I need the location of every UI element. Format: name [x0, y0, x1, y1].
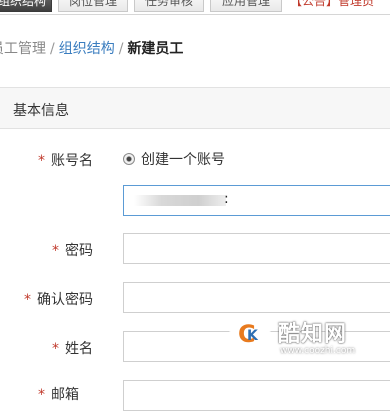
create-account-option-label: 创建一个账号	[141, 152, 225, 168]
email-label-row: * 邮箱	[38, 384, 79, 404]
create-account-option[interactable]: 创建一个账号	[123, 149, 225, 169]
tab-org-structure[interactable]: 组织结构	[0, 0, 52, 12]
watermark-name: 酷知网	[278, 322, 348, 347]
email-input[interactable]	[123, 380, 390, 411]
confirm-password-label-row: * 确认密码	[24, 289, 93, 309]
account-label-row: * 账号名	[38, 150, 93, 170]
email-label: 邮箱	[51, 387, 79, 403]
required-mark: *	[52, 243, 59, 259]
breadcrumb-current: 新建员工	[127, 41, 184, 57]
confirm-password-label: 确认密码	[37, 292, 93, 308]
tab-task-review[interactable]: 任务审核	[134, 0, 204, 12]
account-label: 账号名	[51, 153, 93, 169]
password-input[interactable]	[123, 233, 390, 264]
panel-header: 基本信息	[0, 87, 390, 129]
required-mark: *	[52, 341, 59, 357]
required-mark: *	[24, 292, 31, 308]
breadcrumb-root[interactable]: 员工管理	[0, 41, 46, 57]
panel-title: 基本信息	[13, 103, 69, 119]
top-tab-bar: 组织结构 岗位管理 任务审核 应用管理 【公告】管理员	[0, 0, 390, 15]
radio-selected-icon[interactable]	[123, 153, 135, 165]
coozhi-logo-icon: CK	[230, 314, 270, 354]
tab-app-management[interactable]: 应用管理	[210, 0, 282, 12]
blurred-text	[134, 195, 226, 206]
watermark: CK 酷知网 www.coozhi.com	[222, 306, 380, 364]
notice-link[interactable]: 【公告】管理员	[290, 0, 374, 12]
breadcrumb-separator: /	[118, 41, 124, 57]
breadcrumb-parent[interactable]: 组织结构	[59, 41, 115, 57]
breadcrumb: 员工管理/组织结构/新建员工	[0, 38, 183, 58]
required-mark: *	[38, 387, 45, 403]
account-input[interactable]: :	[123, 185, 390, 216]
watermark-url: www.coozhi.com	[280, 346, 356, 356]
name-label-row: * 姓名	[52, 338, 93, 358]
name-label: 姓名	[65, 341, 93, 357]
password-label-row: * 密码	[52, 240, 93, 260]
required-mark: *	[38, 153, 45, 169]
password-label: 密码	[65, 243, 93, 259]
tab-position-management[interactable]: 岗位管理	[58, 0, 128, 12]
text-caret: :	[224, 191, 229, 207]
breadcrumb-separator: /	[50, 41, 55, 57]
